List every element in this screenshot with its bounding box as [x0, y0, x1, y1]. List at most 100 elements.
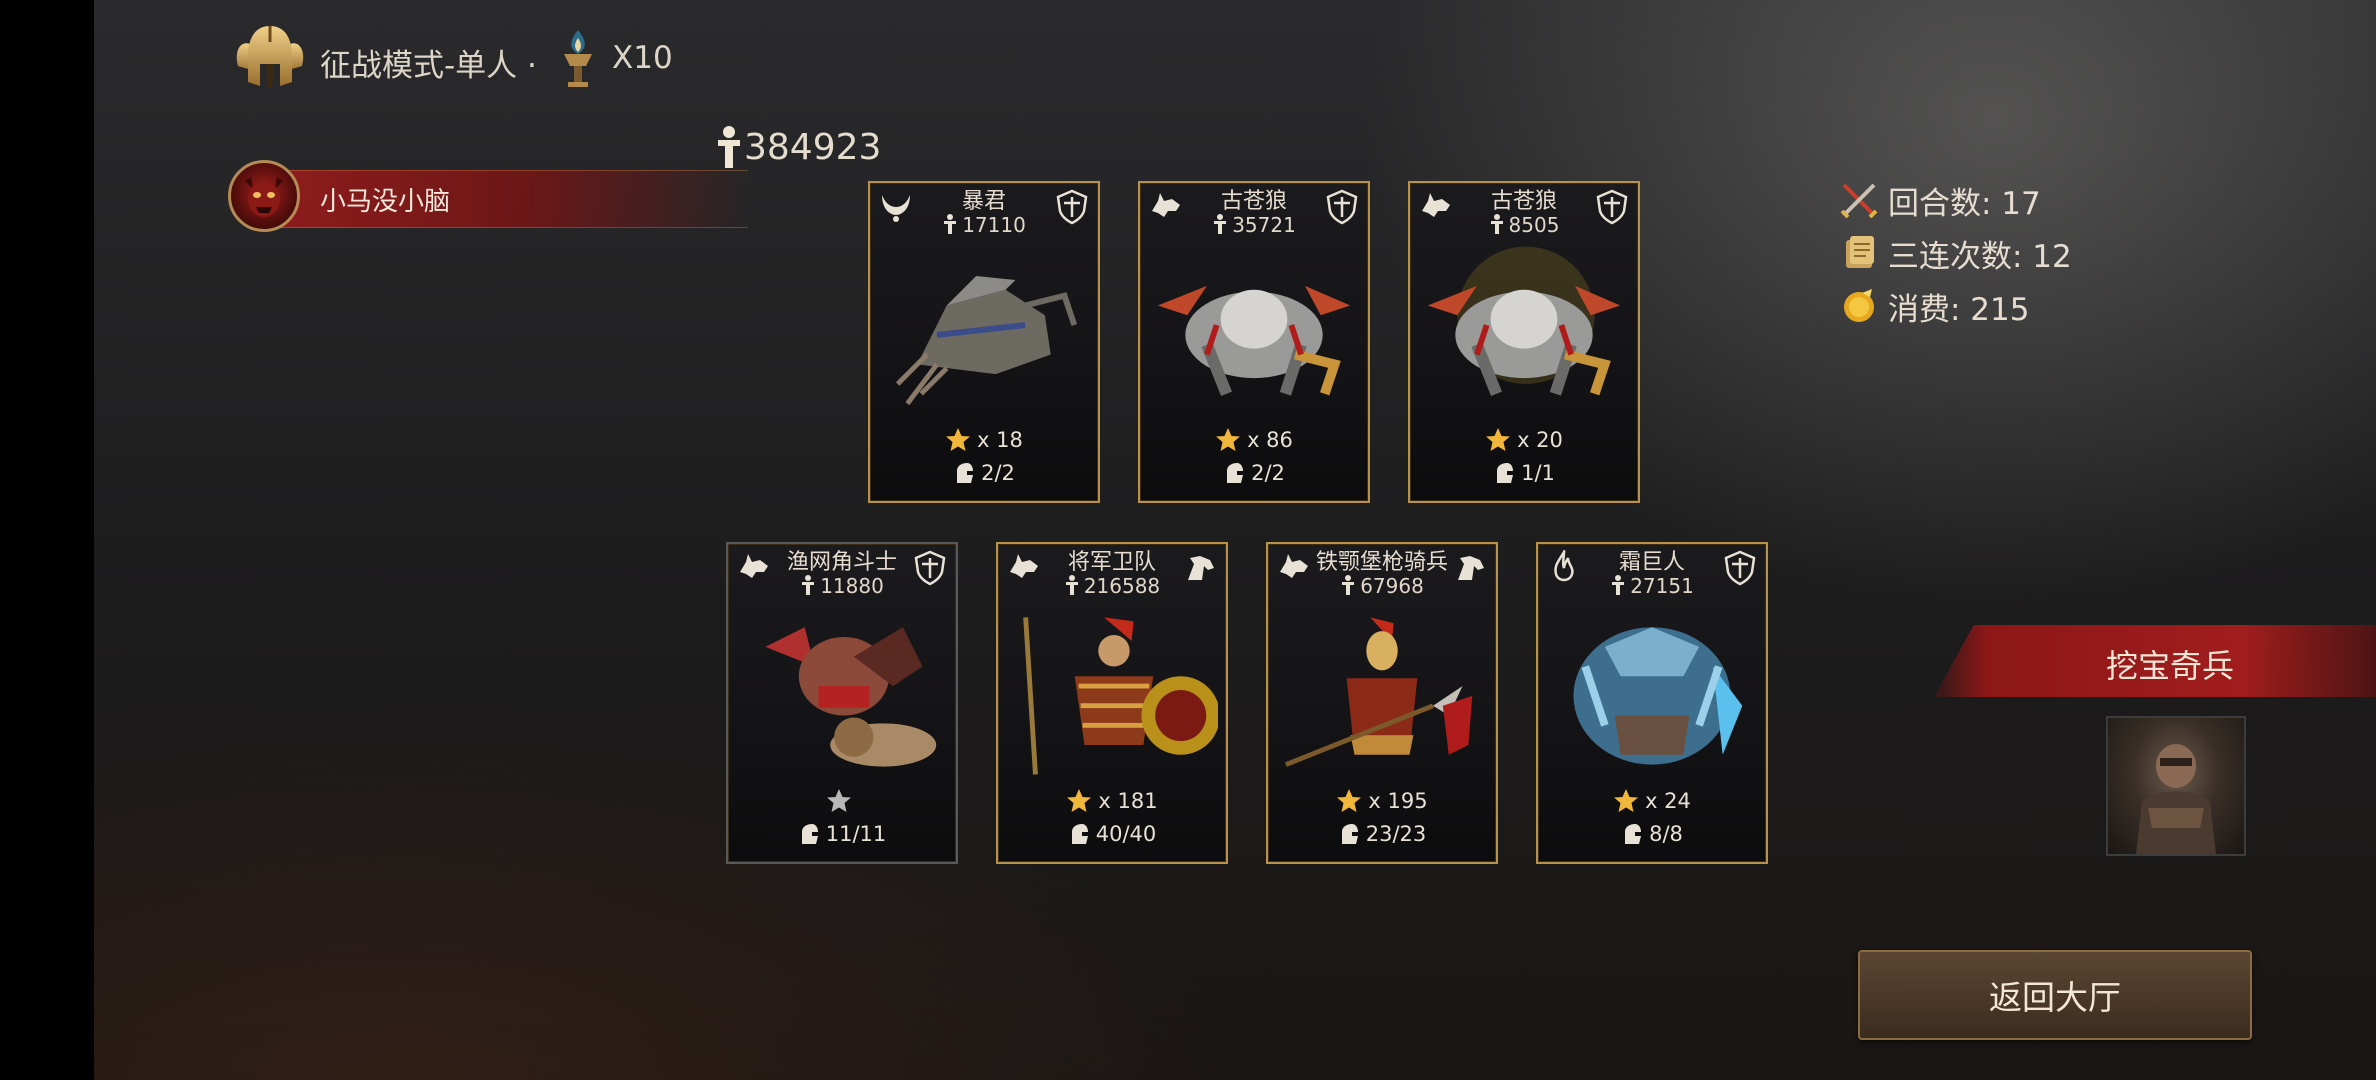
unit-card[interactable]: 古苍狼 35721 x 86 2/2 — [1138, 181, 1370, 503]
reward-multiplier: X10 — [612, 40, 673, 76]
mode-title: 征战模式-单人 · — [320, 48, 537, 84]
helmet-troops-icon — [801, 824, 818, 844]
star-icon — [1486, 428, 1511, 451]
unit-artwork — [1546, 606, 1758, 776]
star-icon — [1067, 789, 1092, 812]
power-figure-icon — [1065, 575, 1078, 595]
unit-troops: 23/23 — [1268, 822, 1496, 846]
power-figure-icon — [802, 575, 815, 595]
unit-stars: x 24 — [1538, 788, 1766, 814]
power-figure-icon — [718, 126, 740, 168]
unit-artwork — [736, 606, 948, 776]
star-icon — [827, 789, 851, 812]
unit-name: 霜巨人 — [1618, 550, 1685, 575]
unit-troop-count: 40/40 — [1095, 822, 1157, 846]
unit-troop-count: 11/11 — [825, 822, 887, 846]
unit-artwork — [1276, 606, 1488, 776]
unit-troops: 8/8 — [1538, 822, 1766, 846]
unit-artwork — [1148, 245, 1360, 415]
power-figure-icon — [1490, 214, 1503, 234]
unit-power: 27151 — [1538, 574, 1766, 598]
unit-troop-count: 8/8 — [1649, 822, 1683, 846]
unit-troops: 40/40 — [998, 822, 1226, 846]
unit-troops: 11/11 — [728, 822, 956, 846]
treasure-unit-thumbnail[interactable] — [2106, 716, 2246, 856]
unit-stars: x 86 — [1140, 427, 1368, 453]
helmet-troops-icon — [1497, 463, 1514, 483]
treasure-banner[interactable]: 挖宝奇兵 — [1934, 625, 2376, 697]
unit-name: 将军卫队 — [1067, 550, 1156, 575]
star-icon — [1614, 789, 1639, 812]
unit-stars: x 18 — [870, 427, 1098, 453]
unit-card[interactable]: 将军卫队 216588 x 181 40/40 — [996, 542, 1228, 864]
treasure-label: 挖宝奇兵 — [2105, 647, 2234, 685]
unit-card[interactable]: 古苍狼 8505 x 20 1/1 — [1408, 181, 1640, 503]
unit-power-value: 8505 — [1508, 213, 1560, 237]
helmet-troops-icon — [1227, 463, 1244, 483]
triple-stat: 三连次数: 12 — [1840, 231, 2072, 275]
unit-troop-count: 2/2 — [1251, 461, 1285, 485]
player-banner: 小马没小脑 — [228, 160, 748, 236]
rounds-label: 回合数: 17 — [1888, 185, 2041, 222]
unit-troops: 1/1 — [1410, 461, 1638, 485]
unit-artwork — [878, 245, 1090, 415]
unit-power: 17110 — [870, 213, 1098, 237]
unit-star-count: x 86 — [1247, 428, 1293, 452]
spartan-helmet-icon — [236, 26, 304, 88]
unit-troop-count: 2/2 — [981, 461, 1015, 485]
unit-power: 8505 — [1410, 213, 1638, 237]
unit-card[interactable]: 暴君 17110 x 18 2/2 — [868, 181, 1100, 503]
total-power-value: 384923 — [744, 126, 882, 168]
unit-power-value: 216588 — [1083, 574, 1161, 598]
power-figure-icon — [1342, 575, 1355, 595]
unit-troops: 2/2 — [1140, 461, 1368, 485]
torch-icon — [564, 30, 592, 87]
unit-power: 35721 — [1140, 213, 1368, 237]
unit-power-value: 17110 — [962, 213, 1026, 237]
unit-star-count: x 18 — [977, 428, 1023, 452]
unit-card[interactable]: 霜巨人 27151 x 24 8/8 — [1536, 542, 1768, 864]
unit-stars — [728, 788, 956, 814]
unit-troop-count: 23/23 — [1365, 822, 1427, 846]
helmet-troops-icon — [957, 463, 974, 483]
unit-power: 216588 — [998, 574, 1226, 598]
unit-star-count: x 181 — [1098, 789, 1158, 813]
unit-artwork — [1006, 606, 1220, 776]
unit-star-count: x 195 — [1368, 789, 1428, 813]
unit-card[interactable]: 铁颚堡枪骑兵 67968 x 195 23/23 — [1266, 542, 1498, 864]
gold-coin-icon — [1844, 289, 1874, 322]
unit-troops: 2/2 — [870, 461, 1098, 485]
game-screen: 征战模式-单人 · X10 小马没小脑 384923 暴君 17110 x 18… — [94, 0, 2376, 1080]
crossed-swords-icon — [1840, 183, 1878, 219]
cost-label: 消费: 215 — [1888, 291, 2030, 328]
player-name: 小马没小脑 — [320, 187, 451, 217]
unit-power-value: 35721 — [1232, 213, 1296, 237]
warrior-portrait-icon — [2136, 744, 2216, 854]
unit-stars: x 181 — [998, 788, 1226, 814]
unit-power-value: 27151 — [1630, 574, 1694, 598]
unit-stars: x 20 — [1410, 427, 1638, 453]
cost-stat: 消费: 215 — [1840, 284, 2029, 328]
power-figure-icon — [944, 214, 957, 234]
unit-power: 11880 — [728, 574, 956, 598]
triple-label: 三连次数: 12 — [1888, 238, 2072, 275]
unit-name: 暴君 — [961, 189, 1006, 214]
unit-name: 铁颚堡枪骑兵 — [1315, 550, 1448, 575]
star-icon — [1216, 428, 1241, 451]
unit-name: 渔网角斗士 — [786, 550, 897, 575]
unit-card[interactable]: 渔网角斗士 11880 11/11 — [726, 542, 958, 864]
helmet-troops-icon — [1071, 824, 1088, 844]
unit-troop-count: 1/1 — [1521, 461, 1555, 485]
helmet-troops-icon — [1625, 824, 1642, 844]
power-figure-icon — [1214, 214, 1227, 234]
rounds-stat: 回合数: 17 — [1840, 178, 2041, 222]
unit-star-count: x 20 — [1517, 428, 1563, 452]
helmet-troops-icon — [1341, 824, 1358, 844]
return-lobby-button[interactable]: 返回大厅 — [1858, 950, 2252, 1040]
unit-power-value: 11880 — [820, 574, 884, 598]
unit-star-count: x 24 — [1645, 789, 1691, 813]
unit-name: 古苍狼 — [1490, 189, 1557, 214]
unit-artwork — [1418, 245, 1630, 415]
avatar[interactable] — [228, 160, 300, 232]
star-icon — [1337, 789, 1362, 812]
